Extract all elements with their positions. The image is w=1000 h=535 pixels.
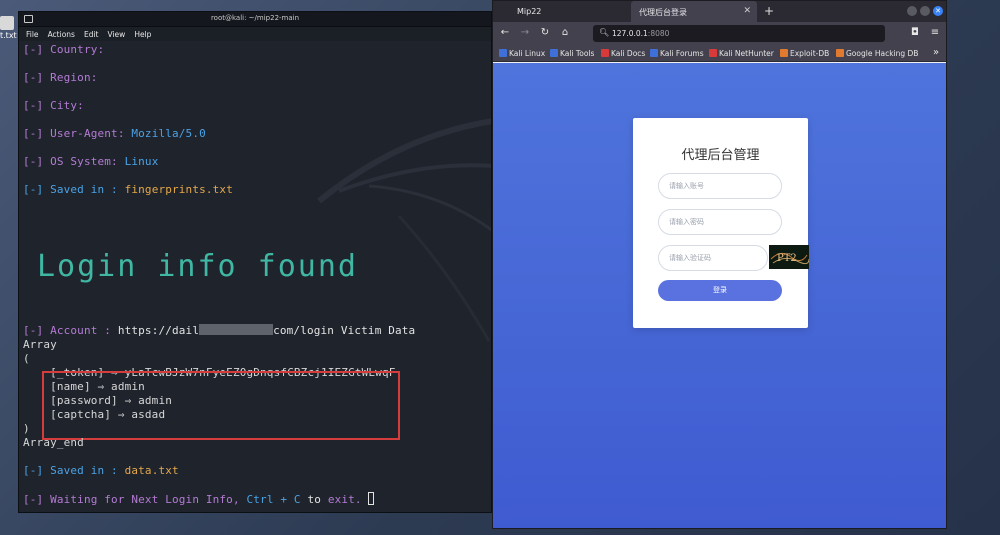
navigation-bar: ← → ↻ ⌂ 🔍︎ 127.0.0.1:8080 ◘ ≡	[493, 22, 946, 45]
menu-edit[interactable]: Edit	[84, 30, 99, 39]
bookmark-kali-tools[interactable]: Kali Tools	[550, 49, 594, 58]
bookmarks-overflow-icon[interactable]: »	[933, 47, 939, 58]
bookmark-kali-forums[interactable]: Kali Forums	[650, 49, 704, 58]
paren-close-line: )	[23, 422, 30, 435]
bookmark-google-hacking-db[interactable]: Google Hacking DB	[836, 49, 918, 58]
bookmark-kali-linux[interactable]: Kali Linux	[499, 49, 545, 58]
kali-icon	[499, 49, 507, 57]
password-input[interactable]	[658, 209, 782, 235]
captcha-graphic: PT2	[770, 253, 809, 265]
tab-login[interactable]: 代理后台登录 ✕	[631, 1, 757, 22]
svg-text:PT2: PT2	[777, 253, 797, 264]
kali-forums-icon	[650, 49, 658, 57]
saved-fingerprints-line: [-] Saved in : fingerprints.txt	[23, 183, 233, 196]
captcha-image[interactable]: PT2	[769, 245, 809, 269]
paren-open-line: (	[23, 352, 30, 365]
login-button[interactable]: 登录	[658, 280, 782, 301]
account-line: [-] Account : https://dail com/login Vict…	[23, 324, 416, 337]
forward-icon[interactable]: →	[519, 27, 531, 39]
reload-icon[interactable]: ↻	[539, 27, 551, 39]
file-icon	[0, 16, 14, 30]
captcha-input[interactable]	[658, 245, 768, 271]
saved-data-line: [-] Saved in : data.txt	[23, 464, 179, 477]
region-line: [-] Region:	[23, 71, 98, 84]
waiting-line: [-] Waiting for Next Login Info, Ctrl + …	[23, 492, 375, 506]
browser-window[interactable]: Mip22 代理后台登录 ✕ + ✕ ← → ↻ ⌂ 🔍︎ 127.0.0.1:…	[492, 0, 947, 529]
address-bar[interactable]: 🔍︎ 127.0.0.1:8080	[593, 25, 885, 42]
menu-view[interactable]: View	[108, 30, 126, 39]
pocket-icon[interactable]: ◘	[909, 27, 921, 39]
back-icon[interactable]: ←	[499, 27, 511, 39]
user-agent-line: [-] User-Agent: Mozilla/5.0	[23, 127, 206, 140]
username-input[interactable]	[658, 173, 782, 199]
terminal-cursor	[368, 492, 375, 505]
login-info-found-banner: Login info found	[37, 249, 358, 284]
login-card: 代理后台管理 PT2 登录	[633, 118, 809, 328]
minimize-button[interactable]	[907, 6, 917, 16]
nethunter-icon	[709, 49, 717, 57]
terminal-titlebar[interactable]: root@kali: ~/mip22-main	[19, 12, 491, 27]
maximize-button[interactable]	[920, 6, 930, 16]
bookmarks-toolbar: Kali Linux Kali Tools Kali Docs Kali For…	[493, 45, 946, 62]
new-tab-button[interactable]: +	[764, 4, 774, 18]
menu-icon[interactable]: ≡	[929, 27, 941, 39]
kali-tools-icon	[550, 49, 558, 57]
os-line: [-] OS System: Linux	[23, 155, 159, 168]
terminal-title: root@kali: ~/mip22-main	[210, 14, 300, 22]
url-text[interactable]: 127.0.0.1:8080	[612, 29, 669, 38]
terminal-window[interactable]: root@kali: ~/mip22-main File Actions Edi…	[18, 11, 492, 513]
menu-actions[interactable]: Actions	[48, 30, 75, 39]
desktop-icon-label: t.txt	[0, 31, 17, 40]
menu-help[interactable]: Help	[134, 30, 151, 39]
bookmark-kali-nethunter[interactable]: Kali NetHunter	[709, 49, 774, 58]
tab-label: Mip22	[517, 7, 542, 16]
city-line: [-] City:	[23, 99, 84, 112]
array-open-line: Array	[23, 338, 57, 351]
page-content: 代理后台管理 PT2 登录	[493, 63, 946, 528]
country-line: [-] Country:	[23, 43, 105, 56]
login-title: 代理后台管理	[681, 148, 760, 163]
desktop-file-icon[interactable]: t.txt	[0, 16, 17, 42]
svg-text:Login info found: Login info found	[37, 249, 358, 284]
array-end-line: Array_end	[23, 436, 84, 449]
bookmark-exploit-db[interactable]: Exploit-DB	[780, 49, 829, 58]
ghdb-icon	[836, 49, 844, 57]
kali-docs-icon	[601, 49, 609, 57]
terminal-output[interactable]: [-] Country: [-] Region: [-] City: [-] U…	[19, 41, 491, 512]
bookmark-kali-docs[interactable]: Kali Docs	[601, 49, 645, 58]
tab-bar: Mip22 代理后台登录 ✕ + ✕	[493, 1, 946, 22]
home-icon[interactable]: ⌂	[559, 27, 571, 39]
tab-close-icon[interactable]: ✕	[743, 6, 751, 16]
redacted-domain	[199, 324, 274, 335]
tab-label: 代理后台登录	[639, 8, 687, 17]
page-info-icon[interactable]: 🔍︎	[599, 28, 609, 37]
menu-file[interactable]: File	[26, 30, 39, 39]
close-window-button[interactable]: ✕	[933, 6, 943, 16]
credentials-highlight-box	[42, 371, 400, 440]
terminal-menubar: File Actions Edit View Help	[19, 27, 491, 41]
exploit-db-icon	[780, 49, 788, 57]
tab-mip22[interactable]: Mip22	[509, 1, 627, 22]
